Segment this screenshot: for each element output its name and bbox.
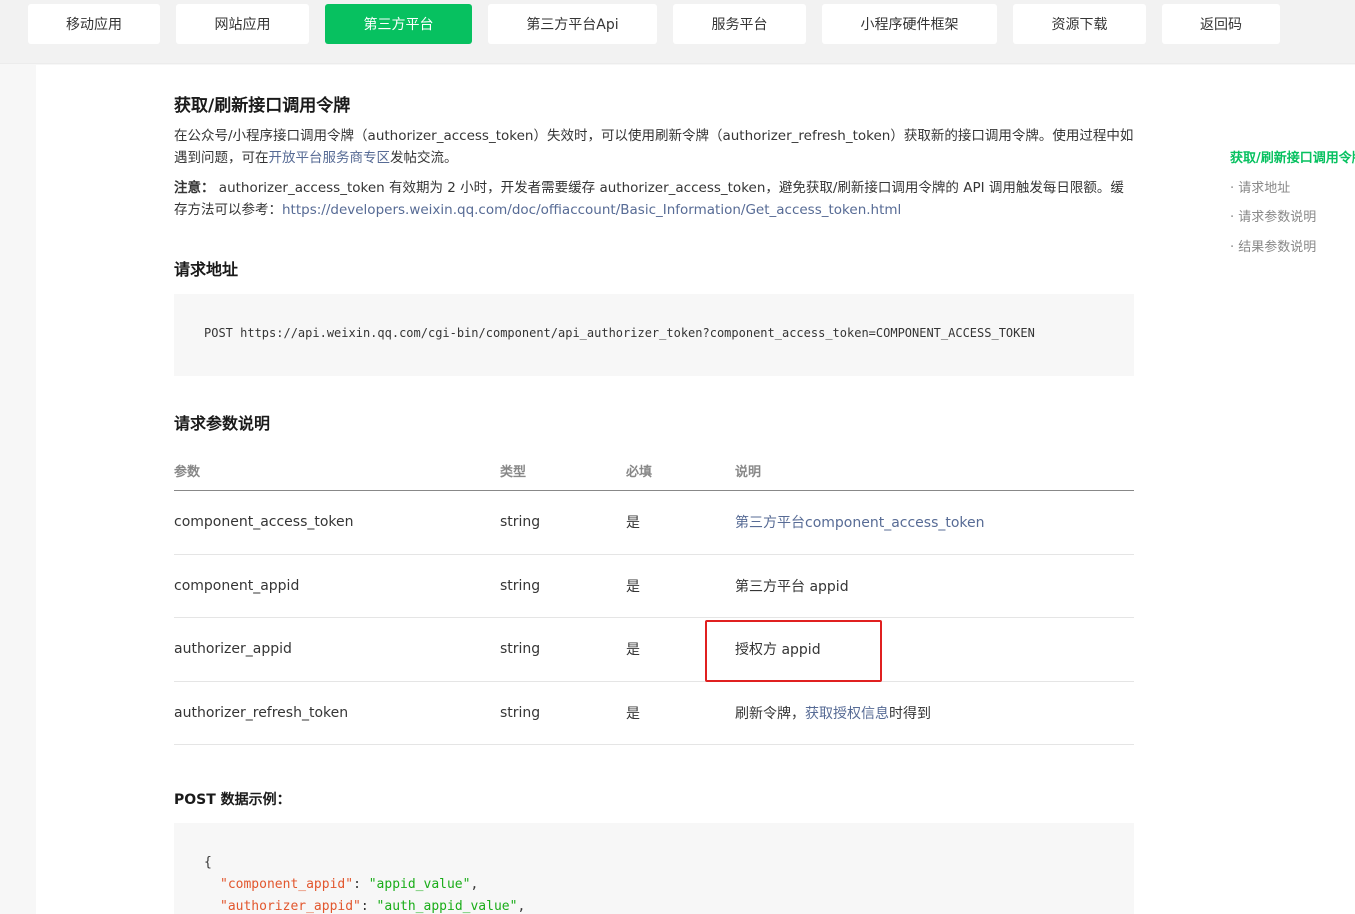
json-line: "authorizer_appid": "auth_appid_value",	[220, 899, 525, 914]
json-comma: ,	[470, 877, 479, 892]
desc-text-end: 时得到	[889, 705, 931, 722]
param-required: 是	[626, 515, 640, 532]
intro-text-end: 发帖交流。	[390, 150, 458, 166]
header-param: 参数	[174, 465, 201, 480]
toc-item-request-params[interactable]: · 请求参数说明	[1230, 207, 1355, 237]
header-type: 类型	[500, 465, 527, 480]
param-name: authorizer_appid	[174, 641, 292, 658]
param-description: 第三方平台component_access_token	[735, 512, 985, 532]
tab-website-app[interactable]: 网站应用	[176, 4, 309, 44]
tab-service-platform[interactable]: 服务平台	[673, 4, 806, 44]
page-title: 获取/刷新接口调用令牌	[174, 96, 351, 116]
service-provider-forum-link[interactable]: 开放平台服务商专区	[269, 150, 391, 166]
get-auth-info-link[interactable]: 获取授权信息	[805, 706, 889, 722]
param-name: authorizer_refresh_token	[174, 704, 349, 721]
tab-mobile-app[interactable]: 移动应用	[28, 4, 160, 44]
post-example-codebox: { "component_appid": "appid_value", "aut…	[174, 823, 1134, 914]
json-key: "authorizer_appid"	[220, 899, 361, 914]
toc-item-title[interactable]: 获取/刷新接口调用令牌	[1230, 148, 1355, 178]
json-key: "component_appid"	[220, 877, 354, 892]
table-row: component_appid string 是 第三方平台 appid	[174, 555, 1134, 618]
table-row: component_access_token string 是 第三方平台com…	[174, 491, 1134, 555]
doc-content: 获取/刷新接口调用令牌 在公众号/小程序接口调用令牌（authorizer_ac…	[36, 65, 1355, 914]
json-sep: :	[353, 877, 369, 892]
tab-return-codes[interactable]: 返回码	[1162, 4, 1280, 44]
params-table: 参数 类型 必填 说明 component_access_token strin…	[174, 447, 1134, 745]
param-required: 是	[626, 578, 640, 595]
table-of-contents: 获取/刷新接口调用令牌 · 请求地址 · 请求参数说明 · 结果参数说明	[1230, 148, 1355, 266]
toc-item-result-params[interactable]: · 结果参数说明	[1230, 237, 1355, 267]
component-access-token-link[interactable]: 第三方平台component_access_token	[735, 515, 985, 531]
tab-third-party-platform-api[interactable]: 第三方平台Api	[488, 4, 657, 44]
table-row: authorizer_refresh_token string 是 刷新令牌，获…	[174, 682, 1134, 745]
param-description: 第三方平台 appid	[735, 578, 849, 595]
toc-item-request-url[interactable]: · 请求地址	[1230, 178, 1355, 208]
intro-paragraph: 在公众号/小程序接口调用令牌（authorizer_access_token）失…	[174, 125, 1134, 169]
tab-resource-download[interactable]: 资源下载	[1013, 4, 1146, 44]
note-paragraph: 注意： authorizer_access_token 有效期为 2 小时，开发…	[174, 177, 1134, 221]
params-heading: 请求参数说明	[174, 414, 271, 433]
tab-miniprogram-hardware[interactable]: 小程序硬件框架	[822, 4, 997, 44]
post-example-heading: POST 数据示例：	[174, 792, 291, 808]
table-row: authorizer_appid string 是 授权方 appid	[174, 618, 1134, 682]
table-header: 参数 类型 必填 说明	[174, 447, 1134, 491]
header-description: 说明	[735, 465, 762, 480]
json-line: "component_appid": "appid_value",	[220, 877, 478, 892]
highlight-box	[705, 620, 882, 682]
json-comma: ,	[517, 899, 526, 914]
json-open-brace: {	[204, 855, 212, 870]
param-required: 是	[626, 642, 640, 659]
param-name: component_appid	[174, 577, 300, 594]
param-type: string	[500, 641, 541, 658]
access-token-doc-link[interactable]: https://developers.weixin.qq.com/doc/off…	[282, 202, 901, 218]
param-type: string	[500, 514, 541, 531]
param-type: string	[500, 704, 541, 721]
json-value: "appid_value"	[368, 877, 471, 892]
request-url-codebox: POST https://api.weixin.qq.com/cgi-bin/c…	[174, 294, 1134, 376]
top-nav: 移动应用 网站应用 第三方平台 第三方平台Api 服务平台 小程序硬件框架 资源…	[0, 0, 1355, 64]
param-required: 是	[626, 705, 640, 722]
param-description: 刷新令牌，获取授权信息时得到	[735, 703, 931, 723]
json-value: "auth_appid_value"	[376, 899, 518, 914]
request-url: POST https://api.weixin.qq.com/cgi-bin/c…	[204, 326, 1035, 340]
desc-text: 刷新令牌，	[735, 705, 805, 722]
param-name: component_access_token	[174, 514, 354, 531]
tab-third-party-platform[interactable]: 第三方平台	[325, 4, 472, 44]
json-sep: :	[360, 899, 377, 914]
request-url-heading: 请求地址	[174, 260, 239, 279]
param-type: string	[500, 577, 541, 594]
header-required: 必填	[626, 465, 653, 480]
note-label: 注意：	[174, 180, 215, 196]
